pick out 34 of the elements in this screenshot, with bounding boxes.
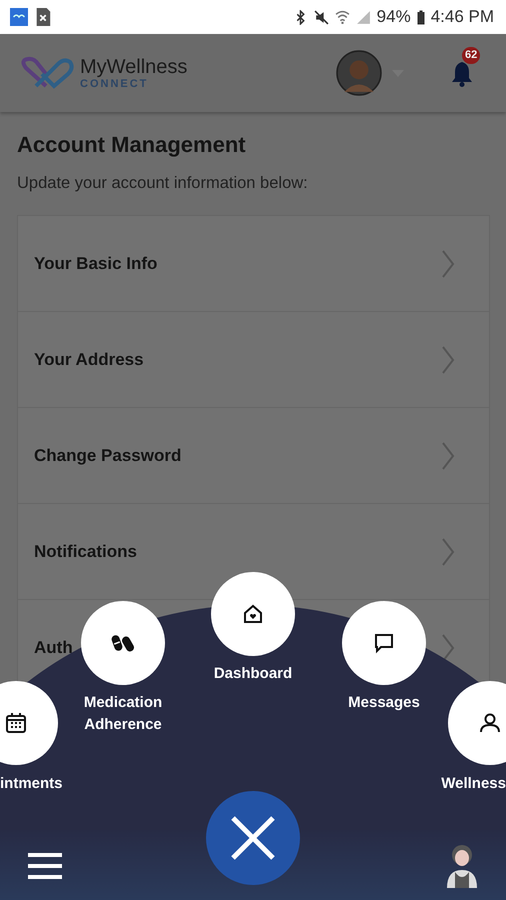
menu-label[interactable]: Messages [324,692,444,714]
menu-label[interactable]: Dashboard [193,663,313,685]
wifi-icon [334,10,350,24]
menu-icon[interactable] [28,853,62,879]
signal-icon [356,10,371,24]
close-button[interactable] [206,791,300,885]
battery-level: 94% [376,7,411,27]
app-name: MyWellness [80,56,188,78]
profile-silhouette-icon[interactable] [445,842,479,888]
settings-row[interactable]: Your Basic Info [18,216,489,312]
house-heart-icon [241,602,265,626]
clock-time: 4:46 PM [430,7,494,27]
bell-icon[interactable] [450,61,474,87]
person-icon [478,711,502,735]
settings-row[interactable]: Your Address [18,312,489,408]
menu-label[interactable]: Wellness [441,773,506,795]
notification-count-badge: 62 [462,47,480,64]
chevron-right-icon [441,248,455,278]
document-icon [34,8,52,26]
chat-bubble-icon [372,631,396,655]
chevron-right-icon [441,344,455,374]
menu-label[interactable]: Medication Adherence [63,692,183,736]
app-tagline: CONNECT [80,78,150,90]
battery-icon [416,10,425,24]
chevron-right-icon [441,440,455,470]
mute-icon [314,10,329,24]
avatar-icon[interactable] [336,50,382,96]
page-title: Account Management [17,132,247,158]
page-subtitle: Update your account information below: [17,174,309,193]
menu-label[interactable]: intments [0,773,63,795]
settings-row[interactable]: Change Password [18,408,489,504]
chevron-right-icon [441,536,455,566]
calendar-icon [4,711,28,735]
app-icon [10,8,28,26]
